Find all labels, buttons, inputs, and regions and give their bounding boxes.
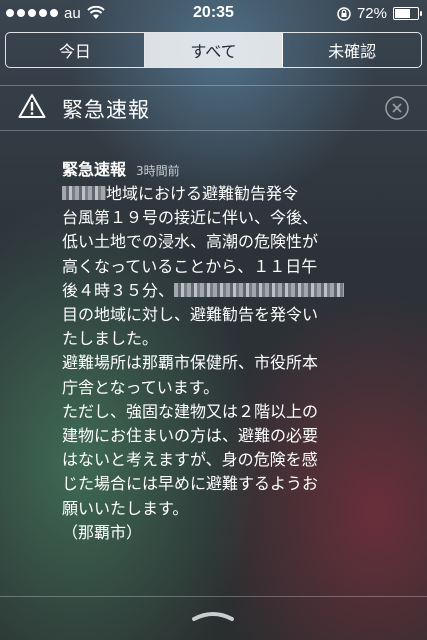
emergency-alert-section-header: 緊急速報 xyxy=(0,88,427,128)
body-line: たしました。 xyxy=(62,329,159,349)
redacted-text xyxy=(174,282,345,297)
status-bar: au 20:35 72% xyxy=(0,0,427,26)
body-line: はないと考えますが、身の危険を感 xyxy=(62,450,318,470)
tab-today[interactable]: 今日 xyxy=(6,33,145,67)
body-line: 避難場所は那覇市保健所、市役所本 xyxy=(62,353,319,373)
body-line: 目の地域に対し、避難勧告を発令い xyxy=(62,305,319,325)
tab-all[interactable]: すべて xyxy=(144,33,284,67)
body-line: 台風第１９号の接近に伴い、今後、 xyxy=(62,208,319,228)
body-line: ただし、強固な建物又は２階以上の xyxy=(62,401,319,421)
notification-body: 地域における避難勧告発令 台風第１９号の接近に伴い、今後、 低い土地での浸水、高… xyxy=(62,182,412,545)
body-line: 願いいたします。 xyxy=(62,498,189,518)
divider xyxy=(0,85,427,86)
rotation-lock-icon xyxy=(337,6,351,21)
body-line: 地域における避難勧告発令 xyxy=(62,182,412,206)
notification-filter-tabs: 今日 すべて 未確認 xyxy=(5,32,422,68)
notification-item[interactable]: 緊急速報 3時間前 地域における避難勧告発令 台風第１９号の接近に伴い、今後、 … xyxy=(62,156,412,545)
grabber-handle-icon[interactable] xyxy=(188,608,238,622)
body-line: 高くなっていることから、１１日午 xyxy=(62,256,318,276)
battery-icon xyxy=(393,7,422,20)
body-line: じた場合には早めに避難するようお xyxy=(62,474,319,494)
body-line: 建物にお住まいの方は、避難の必要 xyxy=(62,426,319,446)
warning-triangle-icon xyxy=(18,94,46,118)
close-circle-icon[interactable] xyxy=(385,96,409,120)
section-title: 緊急速報 xyxy=(62,98,150,122)
divider xyxy=(0,130,427,131)
notification-title: 緊急速報 xyxy=(62,160,127,179)
notification-timestamp: 3時間前 xyxy=(136,164,180,178)
body-line: 後４時３５分、 xyxy=(62,279,412,303)
body-line: 庁舎となっています。 xyxy=(62,377,220,397)
redacted-text xyxy=(62,186,106,200)
divider xyxy=(0,596,427,597)
body-line: 低い土地での浸水、高潮の危険性が xyxy=(62,232,319,252)
battery-percent: 72% xyxy=(356,5,387,22)
body-line: （那覇市） xyxy=(62,522,143,542)
tab-missed[interactable]: 未確認 xyxy=(283,33,421,67)
